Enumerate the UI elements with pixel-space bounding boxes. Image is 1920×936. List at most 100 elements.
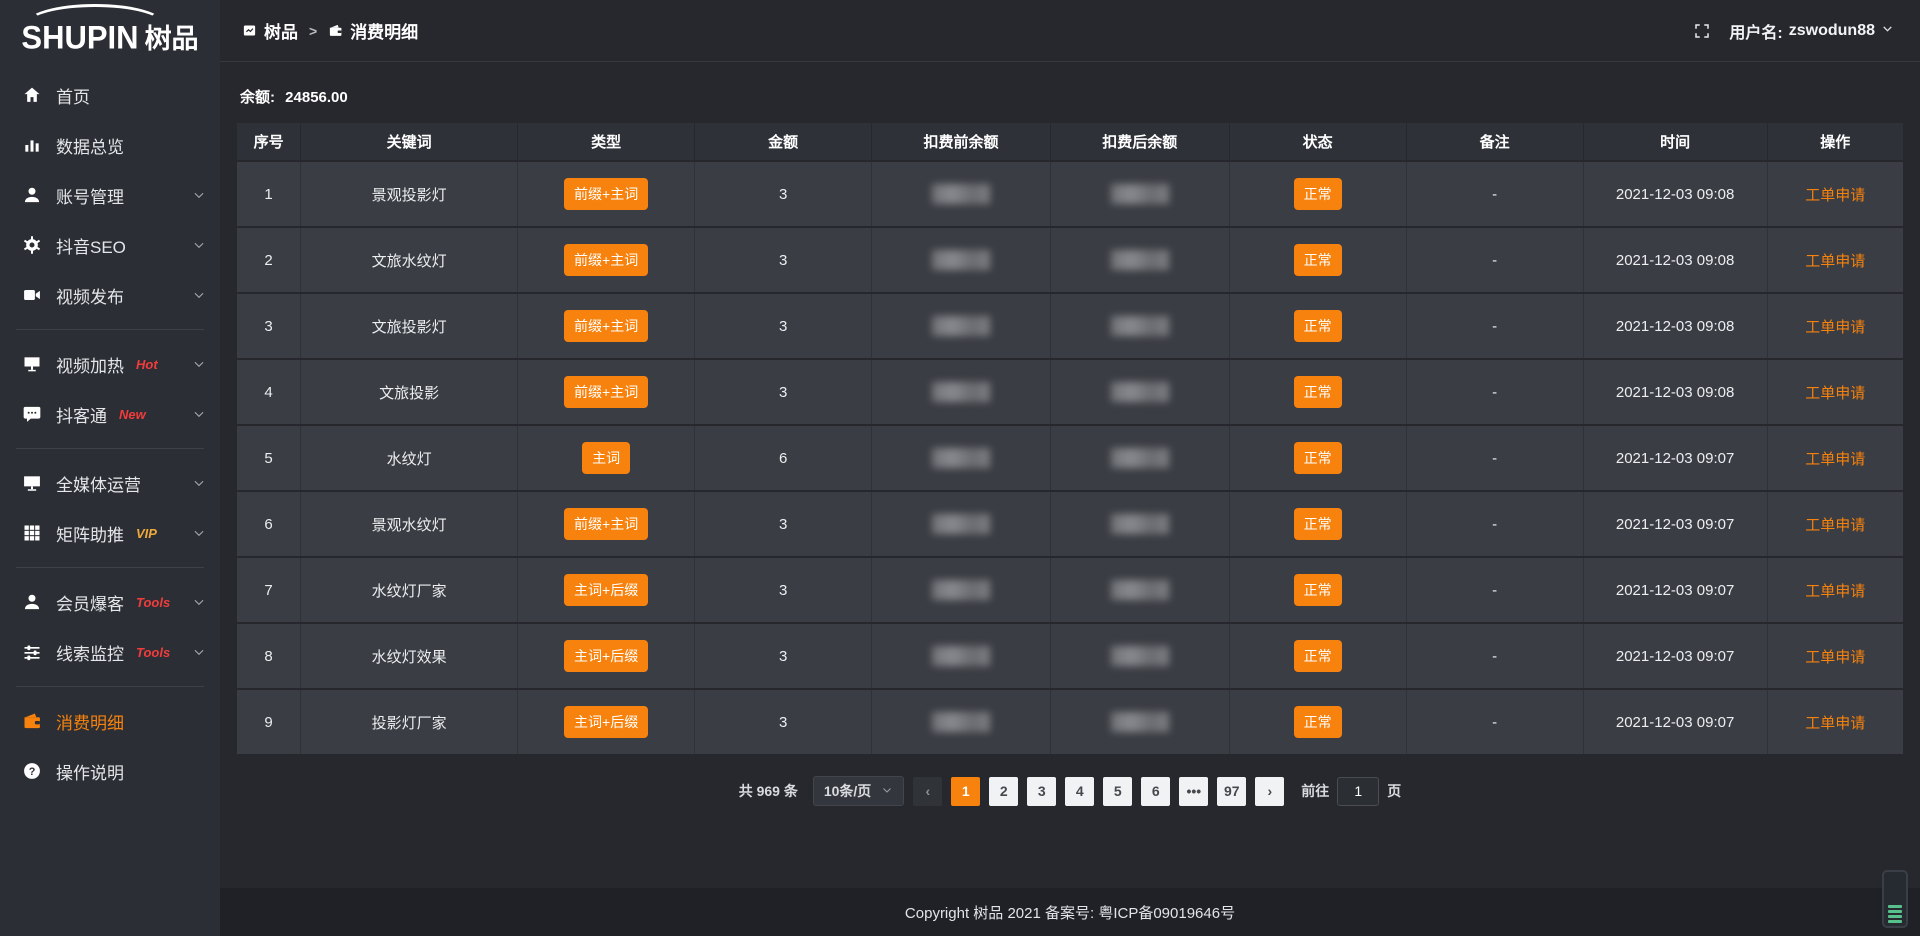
page-button-1[interactable]: 1 [951, 777, 980, 806]
sidebar-item-label: 会员爆客 [56, 590, 124, 615]
page-size-select[interactable]: 10条/页 [813, 776, 904, 806]
page-button-3[interactable]: 3 [1027, 777, 1056, 806]
breadcrumb-root-icon [242, 23, 257, 38]
status-badge: 正常 [1294, 244, 1342, 276]
main-column: 树品 > 消费明细 用户名: zswodun88 余额: 24856.00 序 [220, 0, 1920, 936]
prev-page-button[interactable]: ‹ [913, 777, 942, 806]
work-order-link[interactable]: 工单申请 [1805, 649, 1865, 666]
breadcrumb: 树品 > 消费明细 [242, 18, 418, 43]
work-order-link[interactable]: 工单申请 [1805, 319, 1865, 336]
cell-status: 正常 [1230, 492, 1407, 556]
sidebar-item-label: 矩阵助推 [56, 521, 124, 546]
type-badge: 前缀+主词 [564, 310, 648, 342]
cell-type: 主词+后缀 [518, 624, 695, 688]
page-button-6[interactable]: 6 [1141, 777, 1170, 806]
type-badge: 前缀+主词 [564, 244, 648, 276]
cell-type: 前缀+主词 [518, 360, 695, 424]
cell-keyword: 景观投影灯 [301, 162, 518, 226]
keyword-text: 水纹灯 [387, 451, 432, 468]
time-text: 2021-12-03 09:07 [1616, 648, 1734, 665]
sidebar-item-label: 账号管理 [56, 183, 124, 208]
sidebar-item-视频加热[interactable]: 视频加热Hot [0, 339, 220, 389]
username-label: 用户名: [1729, 19, 1782, 43]
type-badge: 主词+后缀 [564, 640, 648, 672]
work-order-link[interactable]: 工单申请 [1805, 187, 1865, 204]
page-button-2[interactable]: 2 [989, 777, 1018, 806]
cell-post-balance [1051, 162, 1230, 226]
sidebar-item-label: 操作说明 [56, 759, 124, 784]
page-ellipsis[interactable]: ••• [1179, 777, 1208, 806]
goto-page-input[interactable] [1337, 777, 1379, 806]
sidebar-item-label: 消费明细 [56, 709, 124, 734]
goto-unit: 页 [1387, 781, 1401, 801]
cell-keyword: 水纹灯效果 [301, 624, 518, 688]
sidebar-item-数据总览[interactable]: 数据总览 [0, 120, 220, 170]
sidebar-item-账号管理[interactable]: 账号管理 [0, 170, 220, 220]
breadcrumb-root[interactable]: 树品 [264, 18, 298, 43]
cell-type: 主词+后缀 [518, 690, 695, 754]
column-header: 金额 [695, 123, 872, 160]
cell-action: 工单申请 [1768, 228, 1903, 292]
time-text: 2021-12-03 09:07 [1616, 582, 1734, 599]
goto-label: 前往 [1301, 781, 1329, 801]
sidebar-item-矩阵助推[interactable]: 矩阵助推VIP [0, 508, 220, 558]
chat-icon [22, 404, 42, 424]
page-button-5[interactable]: 5 [1103, 777, 1132, 806]
amount-text: 3 [779, 384, 787, 401]
pre-balance-redacted [932, 646, 990, 666]
sidebar-item-label: 首页 [56, 83, 90, 108]
cell-note: - [1407, 162, 1584, 226]
post-balance-redacted [1111, 448, 1169, 468]
note-text: - [1492, 582, 1497, 599]
column-header: 类型 [518, 123, 695, 160]
cell-type: 前缀+主词 [518, 228, 695, 292]
breadcrumb-wallet-icon [328, 23, 343, 38]
sidebar-item-全媒体运营[interactable]: 全媒体运营 [0, 458, 220, 508]
work-order-link[interactable]: 工单申请 [1805, 517, 1865, 534]
cell-action: 工单申请 [1768, 624, 1903, 688]
sidebar-item-首页[interactable]: 首页 [0, 70, 220, 120]
page-button-4[interactable]: 4 [1065, 777, 1094, 806]
amount-text: 3 [779, 648, 787, 665]
status-badge: 正常 [1294, 706, 1342, 738]
time-text: 2021-12-03 09:07 [1616, 516, 1734, 533]
page-size-value: 10条/页 [824, 781, 871, 801]
cell-amount: 3 [695, 360, 872, 424]
fullscreen-icon[interactable] [1693, 22, 1711, 40]
chevron-down-icon [192, 188, 206, 202]
bar-chart-icon [22, 135, 42, 155]
cell-index: 2 [237, 228, 301, 292]
balance-label: 余额: [240, 89, 275, 106]
status-badge: 正常 [1294, 178, 1342, 210]
next-page-button[interactable]: › [1255, 777, 1284, 806]
sidebar-item-视频发布[interactable]: 视频发布 [0, 270, 220, 320]
sidebar-item-消费明细[interactable]: 消费明细 [0, 696, 220, 746]
copyright-text: Copyright 树品 2021 备案号: 粤ICP备09019646号 [905, 902, 1235, 923]
sidebar-item-抖音SEO[interactable]: 抖音SEO [0, 220, 220, 270]
sidebar-item-抖客通[interactable]: 抖客通New [0, 389, 220, 439]
status-badge: 正常 [1294, 442, 1342, 474]
overlay-indicator-widget [1882, 870, 1908, 928]
sidebar-item-会员爆客[interactable]: 会员爆客Tools [0, 577, 220, 627]
page-button-97[interactable]: 97 [1217, 777, 1246, 806]
cell-note: - [1407, 558, 1584, 622]
user-dropdown[interactable]: 用户名: zswodun88 [1729, 19, 1894, 43]
post-balance-redacted [1111, 580, 1169, 600]
note-text: - [1492, 318, 1497, 335]
cell-status: 正常 [1230, 426, 1407, 490]
cell-type: 前缀+主词 [518, 492, 695, 556]
logo-text-en: SHUPIN [21, 19, 138, 57]
work-order-link[interactable]: 工单申请 [1805, 451, 1865, 468]
table-row: 7水纹灯厂家主词+后缀3正常-2021-12-03 09:07工单申请 [237, 558, 1903, 622]
table-row: 2文旅水纹灯前缀+主词3正常-2021-12-03 09:08工单申请 [237, 228, 1903, 292]
post-balance-redacted [1111, 712, 1169, 732]
pagination-total: 共 969 条 [739, 781, 798, 801]
work-order-link[interactable]: 工单申请 [1805, 583, 1865, 600]
work-order-link[interactable]: 工单申请 [1805, 253, 1865, 270]
cell-status: 正常 [1230, 294, 1407, 358]
sidebar-item-操作说明[interactable]: ?操作说明 [0, 746, 220, 796]
work-order-link[interactable]: 工单申请 [1805, 385, 1865, 402]
sidebar-item-线索监控[interactable]: 线索监控Tools [0, 627, 220, 677]
work-order-link[interactable]: 工单申请 [1805, 715, 1865, 732]
cell-pre-balance [872, 624, 1051, 688]
